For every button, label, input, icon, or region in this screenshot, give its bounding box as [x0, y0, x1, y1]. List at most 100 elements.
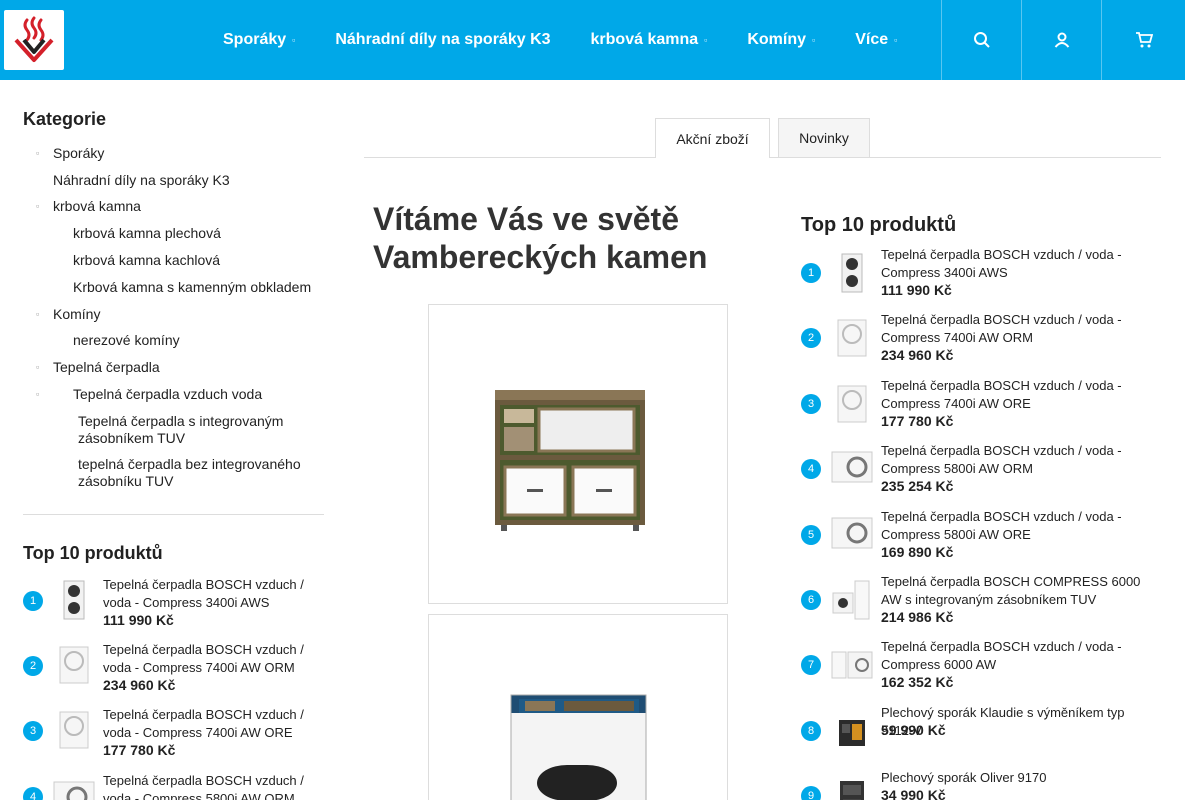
sidebar-item-tc-s-zasobnikem[interactable]: Tepelná čerpadla s integrovaným zásobník… — [78, 413, 318, 447]
sidebar-item-label: Náhradní díly na sporáky K3 — [53, 172, 230, 188]
bullet-icon: ▫ — [36, 201, 40, 211]
product-name[interactable]: Tepelná čerpadla BOSCH vzduch / voda - C… — [881, 508, 1156, 544]
product-thumbnail[interactable] — [53, 579, 95, 621]
nav-item-sporaky[interactable]: Sporáky ▫ — [223, 31, 295, 49]
sidebar-item-label: Komíny — [53, 306, 101, 322]
product-thumbnail[interactable] — [53, 778, 95, 800]
product-price: 234 960 Kč — [881, 347, 954, 363]
categories-heading: Kategorie — [23, 109, 107, 129]
rank-badge: 2 — [801, 328, 821, 348]
product-name[interactable]: Tepelná čerpadla BOSCH vzduch / voda - C… — [881, 311, 1156, 347]
product-thumbnail[interactable] — [53, 644, 95, 686]
product-image-card[interactable] — [428, 304, 728, 604]
user-icon — [1054, 32, 1069, 48]
tab-novinky[interactable]: Novinky — [778, 118, 870, 157]
sidebar-top-item[interactable]: 3 Tepelná čerpadla BOSCH vzduch / voda -… — [23, 706, 323, 766]
nav-item-label: Více — [855, 31, 889, 48]
sidebar-top-item[interactable]: 1 Tepelná čerpadla BOSCH vzduch / voda -… — [23, 576, 323, 636]
sidebar-item-label: krbová kamna plechová — [73, 225, 221, 241]
top-product-item[interactable]: 6 Tepelná čerpadla BOSCH COMPRESS 6000 AW… — [801, 573, 1161, 633]
rank-badge: 1 — [801, 263, 821, 283]
cart-button[interactable] — [1101, 0, 1185, 80]
top-product-item[interactable]: 2 Tepelná čerpadla BOSCH vzduch / voda - … — [801, 311, 1161, 371]
rank-badge: 9 — [801, 786, 821, 800]
product-name[interactable]: Plechový sporák Oliver 9170 — [881, 769, 1156, 787]
product-name[interactable]: Tepelná čerpadla BOSCH vzduch / voda - C… — [881, 246, 1156, 282]
product-name[interactable]: Tepelná čerpadla BOSCH COMPRESS 6000 AW … — [881, 573, 1156, 609]
chevron-down-icon: ▫ — [894, 35, 898, 45]
product-name[interactable]: Tepelná čerpadla BOSCH vzduch / voda - C… — [881, 638, 1156, 674]
top-product-item[interactable]: 7 Tepelná čerpadla BOSCH vzduch / voda - … — [801, 638, 1161, 698]
product-thumbnail[interactable] — [831, 775, 873, 800]
top-product-item[interactable]: 1 Tepelná čerpadla BOSCH vzduch / voda - … — [801, 246, 1161, 306]
sidebar-top-item[interactable]: 2 Tepelná čerpadla BOSCH vzduch / voda -… — [23, 641, 323, 701]
product-name[interactable]: Tepelná čerpadla BOSCH vzduch / voda - C… — [103, 641, 318, 677]
stove-image — [510, 694, 647, 800]
product-thumbnail[interactable] — [831, 514, 873, 556]
nav-item-label: Komíny — [747, 31, 807, 48]
tab-akcni-zbozi[interactable]: Akční zboží — [655, 118, 770, 158]
product-price: 177 780 Kč — [881, 413, 954, 429]
product-name[interactable]: Tepelná čerpadla BOSCH vzduch / voda - C… — [881, 377, 1156, 413]
sidebar-item-tc-bez-zasobniku[interactable]: tepelná čerpadla bez integrovaného zásob… — [78, 456, 318, 490]
product-name[interactable]: Tepelná čerpadla BOSCH vzduch / voda - C… — [881, 442, 1156, 478]
product-name[interactable]: Tepelná čerpadla BOSCH vzduch / voda - C… — [103, 772, 318, 800]
sidebar-top-heading: Top 10 produktů — [23, 543, 163, 563]
top-product-item[interactable]: 5 Tepelná čerpadla BOSCH vzduch / voda - … — [801, 508, 1161, 568]
top-products-heading: Top 10 produktů — [801, 214, 957, 236]
sidebar-item-label: Tepelná čerpadla vzduch voda — [73, 386, 263, 402]
rank-badge: 3 — [23, 721, 43, 741]
product-thumbnail[interactable] — [831, 579, 873, 621]
product-price: 111 990 Kč — [103, 612, 174, 628]
product-price: 235 254 Kč — [881, 478, 954, 494]
product-price: 169 890 Kč — [881, 544, 954, 560]
cart-icon — [1135, 32, 1153, 48]
sidebar-item-label: nerezové komíny — [73, 332, 180, 348]
product-thumbnail[interactable] — [831, 710, 873, 752]
nav-item-krbova-kamna[interactable]: krbová kamna ▫ — [591, 31, 708, 49]
welcome-title: Vítáme Vás ve světě Vambereckých kamen — [373, 201, 708, 275]
sidebar-divider — [23, 514, 324, 515]
sidebar-item-label: tepelná čerpadla bez integrovaného zásob… — [78, 456, 301, 489]
site-header: Sporáky ▫ Náhradní díly na sporáky K3 kr… — [0, 0, 1185, 80]
product-thumbnail[interactable] — [831, 383, 873, 425]
search-icon — [973, 32, 990, 48]
product-thumbnail[interactable] — [831, 252, 873, 294]
rank-badge: 6 — [801, 590, 821, 610]
main-nav: Sporáky ▫ Náhradní díly na sporáky K3 kr… — [223, 0, 937, 80]
product-thumbnail[interactable] — [831, 317, 873, 359]
bullet-icon: ▫ — [36, 148, 40, 158]
sidebar-item-label: krbová kamna kachlová — [73, 252, 221, 268]
chevron-down-icon: ▫ — [812, 35, 816, 45]
product-thumbnail[interactable] — [831, 448, 873, 490]
sidebar-item-label: Sporáky — [53, 145, 105, 161]
top-product-item[interactable]: 3 Tepelná čerpadla BOSCH vzduch / voda - … — [801, 377, 1161, 437]
product-price: 34 990 Kč — [881, 787, 946, 800]
nav-item-nahradni-dily[interactable]: Náhradní díly na sporáky K3 — [335, 31, 550, 49]
product-image-card[interactable] — [428, 614, 728, 800]
nav-item-kominy[interactable]: Komíny ▫ — [747, 31, 815, 49]
product-price: 177 780 Kč — [103, 742, 176, 758]
bullet-icon: ▫ — [36, 362, 40, 372]
search-button[interactable] — [941, 0, 1021, 80]
product-price: 59 990 Kč — [881, 722, 946, 738]
sidebar-item-label: Tepelná čerpadla s integrovaným zásobník… — [78, 413, 284, 446]
product-name[interactable]: Tepelná čerpadla BOSCH vzduch / voda - C… — [103, 706, 318, 742]
nav-item-label: krbová kamna — [590, 31, 699, 48]
rank-badge: 4 — [23, 787, 43, 800]
top-product-item[interactable]: 8 Plechový sporák Klaudie s výměníkem typ… — [801, 704, 1161, 764]
chevron-down-icon: ▫ — [704, 35, 708, 45]
sidebar-top-item[interactable]: 4 Tepelná čerpadla BOSCH vzduch / voda -… — [23, 772, 323, 800]
nav-item-vice[interactable]: Více ▫ — [855, 31, 897, 49]
site-logo[interactable] — [4, 10, 64, 70]
product-thumbnail[interactable] — [53, 709, 95, 751]
product-name[interactable]: Tepelná čerpadla BOSCH vzduch / voda - C… — [103, 576, 318, 612]
top-product-item[interactable]: 4 Tepelná čerpadla BOSCH vzduch / voda - … — [801, 442, 1161, 502]
product-thumbnail[interactable] — [831, 644, 873, 686]
top-product-item[interactable]: 9 Plechový sporák Oliver 9170 34 990 Kč — [801, 769, 1161, 800]
rank-badge: 1 — [23, 591, 43, 611]
bullet-icon: ▫ — [36, 389, 40, 399]
account-button[interactable] — [1021, 0, 1101, 80]
rank-badge: 2 — [23, 656, 43, 676]
rank-badge: 8 — [801, 721, 821, 741]
